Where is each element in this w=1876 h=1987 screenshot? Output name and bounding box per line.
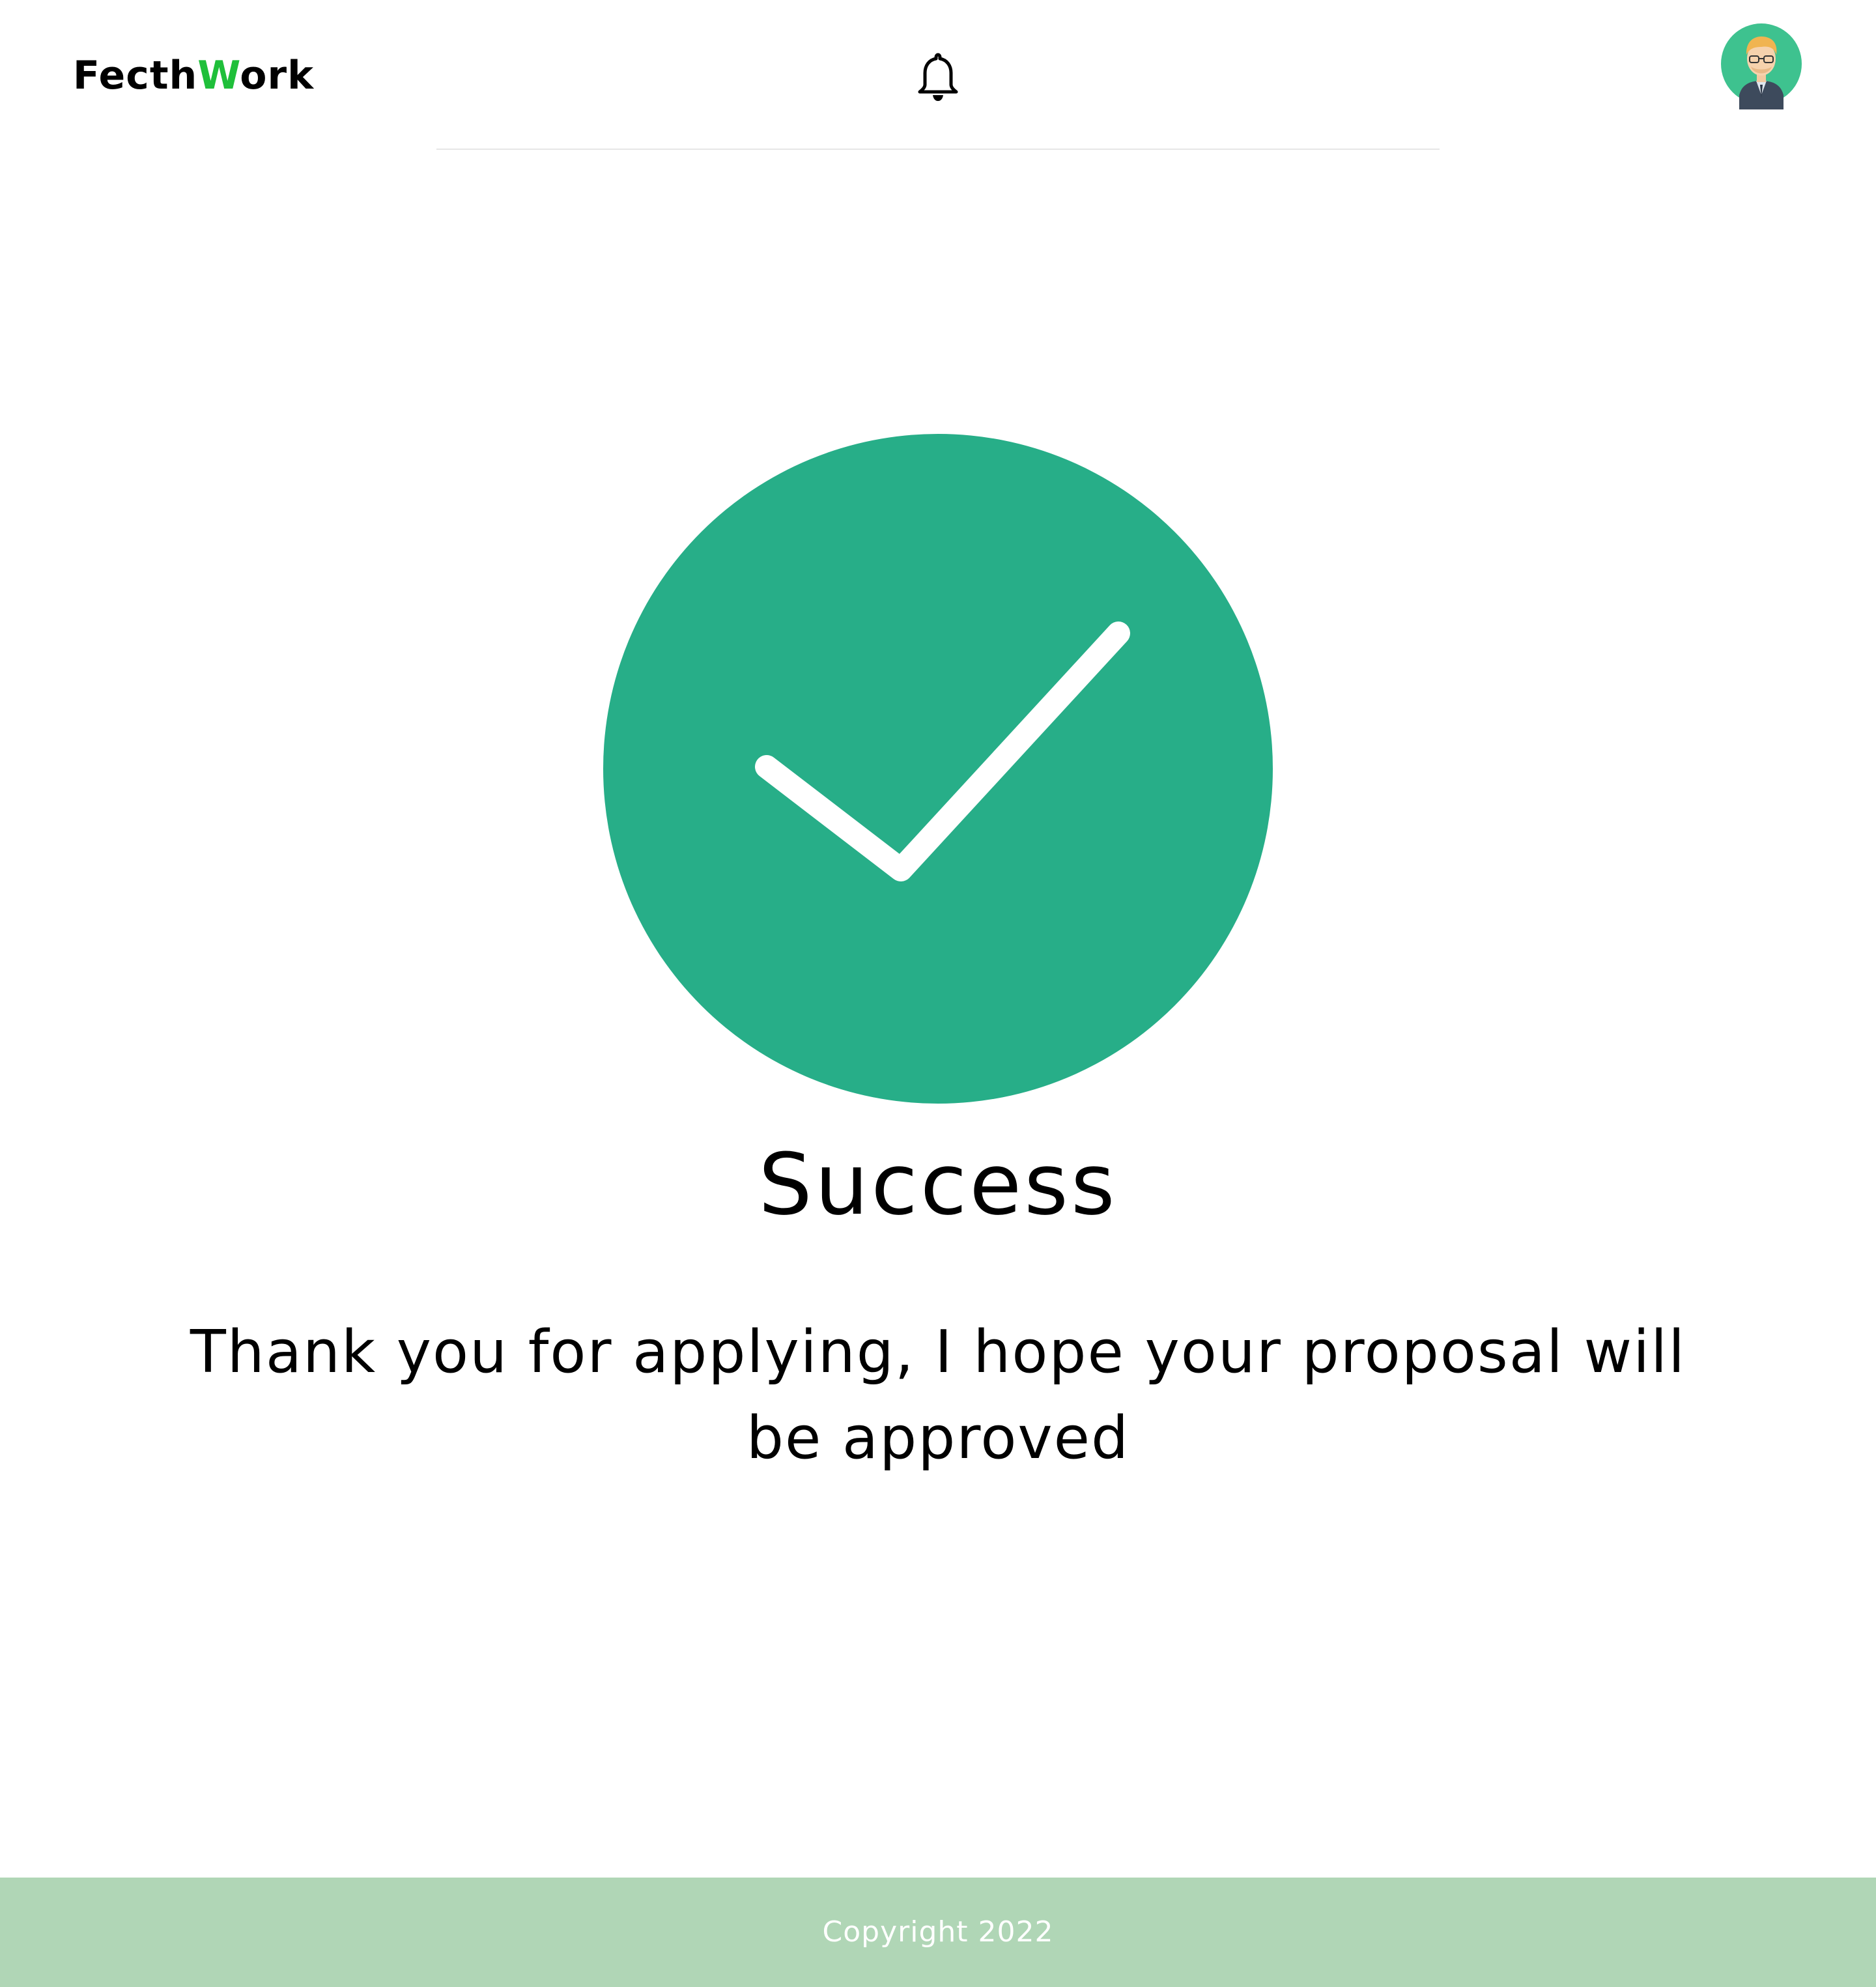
success-title: Success xyxy=(758,1135,1118,1234)
page: FecthWork Success Thank you for applying… xyxy=(0,0,1876,1987)
user-avatar[interactable] xyxy=(1720,22,1803,109)
logo-prefix: Fecth xyxy=(73,53,198,98)
header-divider xyxy=(436,149,1440,150)
check-circle-icon xyxy=(603,434,1273,1104)
brand-logo[interactable]: FecthWork xyxy=(73,50,314,102)
logo-suffix: ork xyxy=(240,53,314,98)
bell-icon[interactable] xyxy=(915,51,961,103)
top-navbar: FecthWork xyxy=(0,0,1876,150)
copyright-text: Copyright 2022 xyxy=(822,1915,1054,1949)
logo-highlight: W xyxy=(197,53,240,98)
success-message: Thank you for applying, I hope your prop… xyxy=(190,1318,1686,1472)
footer: Copyright 2022 xyxy=(0,1878,1876,1987)
